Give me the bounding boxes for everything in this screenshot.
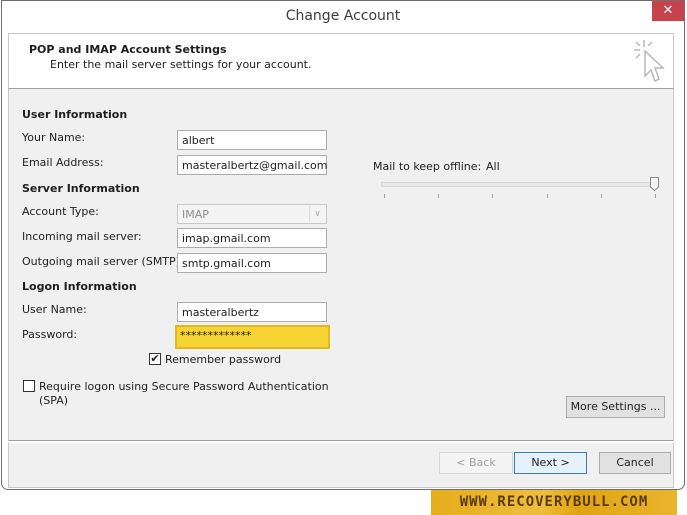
user-name-label: User Name: <box>22 303 87 316</box>
mail-offline-slider-track[interactable] <box>381 182 656 187</box>
incoming-mail-server-label: Incoming mail server: <box>22 230 142 243</box>
account-type-value: IMAP <box>182 208 209 221</box>
spa-label-line2: (SPA) <box>39 394 69 407</box>
cancel-button[interactable]: Cancel <box>599 452 671 474</box>
window-title: Change Account <box>285 8 401 24</box>
slider-tick <box>438 194 439 198</box>
remember-password-label: Remember password <box>165 353 282 366</box>
slider-tick <box>601 194 602 198</box>
remember-password-checkbox[interactable]: ✔ <box>149 353 161 365</box>
account-type-select: IMAP ∨ <box>177 204 327 224</box>
mail-offline-label: Mail to keep offline: <box>373 160 482 173</box>
slider-tick <box>492 194 493 198</box>
incoming-mail-server-input[interactable]: imap.gmail.com <box>177 228 327 248</box>
slider-tick <box>655 194 656 198</box>
chevron-down-icon: ∨ <box>309 206 325 222</box>
spa-label-line1: Require logon using Secure Password Auth… <box>39 380 329 393</box>
password-label: Password: <box>22 328 78 341</box>
outgoing-mail-server-input[interactable]: smtp.gmail.com <box>177 253 327 273</box>
slider-tick <box>547 194 548 198</box>
your-name-input[interactable]: albert <box>177 130 327 150</box>
your-name-label: Your Name: <box>22 131 86 144</box>
wizard-header: POP and IMAP Account Settings Enter the … <box>8 33 674 89</box>
checkmark-icon: ✔ <box>150 352 160 365</box>
outgoing-mail-server-label: Outgoing mail server (SMTP): <box>22 255 184 268</box>
slider-tick <box>384 194 385 198</box>
more-settings-button[interactable]: More Settings ... <box>566 396 665 418</box>
next-button[interactable]: Next > <box>514 452 587 474</box>
spa-checkbox[interactable] <box>23 380 35 392</box>
email-address-input[interactable]: masteralbertz@gmail.com <box>177 155 328 175</box>
cursor-click-icon <box>634 40 665 82</box>
user-name-input[interactable]: masteralbertz <box>177 302 327 322</box>
user-information-heading: User Information <box>22 108 128 121</box>
close-icon: ✕ <box>662 3 674 18</box>
password-input[interactable]: ************* <box>175 325 330 349</box>
email-address-label: Email Address: <box>22 156 104 169</box>
close-button[interactable]: ✕ <box>652 1 684 21</box>
header-title: POP and IMAP Account Settings <box>29 43 227 56</box>
logon-information-heading: Logon Information <box>22 280 137 293</box>
header-subtitle: Enter the mail server settings for your … <box>50 58 312 71</box>
server-information-heading: Server Information <box>22 182 140 195</box>
title-bar: Change Account ✕ <box>2 1 684 31</box>
account-type-label: Account Type: <box>22 205 99 218</box>
mail-offline-slider-thumb[interactable] <box>650 177 659 191</box>
mail-offline-value: All <box>486 160 500 173</box>
back-button[interactable]: < Back <box>439 452 513 474</box>
watermark-banner: WWW.RECOVERYBULL.COM <box>431 490 677 515</box>
